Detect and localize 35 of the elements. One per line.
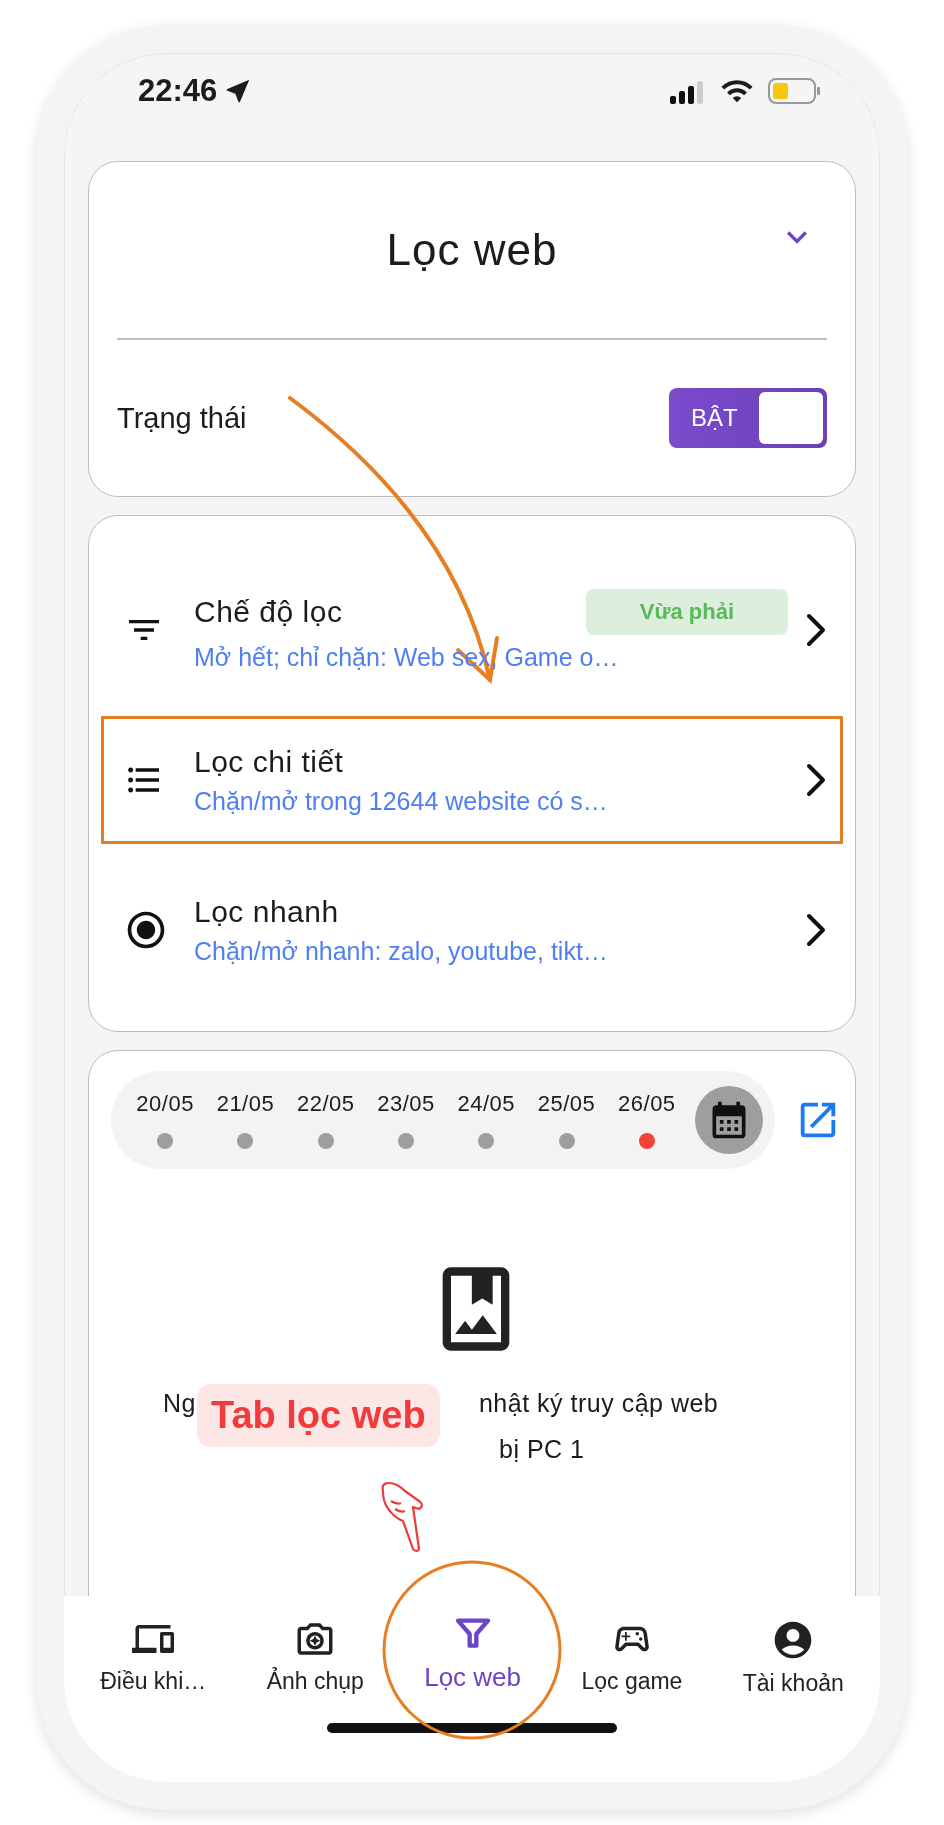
page-title: Lọc web xyxy=(386,225,558,275)
status-time: 22:46 xyxy=(138,72,218,109)
date-label[interactable]: 24/05 xyxy=(457,1091,516,1117)
nav-tab[interactable]: Tài khoản xyxy=(742,1618,844,1697)
toggle-thumb xyxy=(759,392,823,444)
toggle-label: BẬT xyxy=(690,404,739,432)
option-description: Chặn/mở nhanh: zalo, youtube, tikt… xyxy=(194,936,608,966)
status-toggle[interactable]: BẬT xyxy=(669,388,827,448)
calendar-button[interactable] xyxy=(694,1086,763,1154)
chevron-right-icon xyxy=(806,913,826,947)
date-label[interactable]: 25/05 xyxy=(537,1091,596,1117)
filter-option-row[interactable]: Lọc chi tiết Chặn/mở trong 12644 website có s… xyxy=(101,716,843,844)
date-label[interactable]: 23/05 xyxy=(377,1091,435,1117)
empty-message-text: bị PC 1 xyxy=(499,1434,585,1464)
level-badge: Vừa phải xyxy=(585,588,788,635)
option-description: Chặn/mở trong 12644 website có s… xyxy=(194,786,608,816)
status-label: Trạng thái xyxy=(117,401,247,435)
nav-tab[interactable]: Lọc web xyxy=(424,1614,522,1697)
filter-option-row[interactable]: Lọc nhanh Chặn/mở nhanh: zalo, youtube, tikt… xyxy=(101,866,843,994)
annotation-callout: Tab lọc web xyxy=(197,1384,440,1447)
date-label[interactable]: 20/05 xyxy=(136,1091,194,1117)
date-label[interactable]: 22/05 xyxy=(296,1091,355,1117)
chevron-right-icon xyxy=(806,613,826,647)
date-label[interactable]: 26/05 xyxy=(618,1091,676,1117)
empty-message-text: Ng xyxy=(163,1388,196,1418)
empty-message-text: nhật ký truy cập web xyxy=(478,1388,719,1418)
battery-icon xyxy=(768,77,820,104)
nav-tab[interactable]: Lọc game xyxy=(581,1618,683,1697)
chevron-right-icon xyxy=(806,763,826,797)
option-title: Lọc chi tiết xyxy=(194,744,344,779)
option-title: Chế độ lọc xyxy=(194,594,343,629)
nav-tab[interactable]: Điều khi… xyxy=(100,1618,207,1697)
nav-tab[interactable]: Ảnh chụp xyxy=(266,1618,364,1697)
date-label[interactable]: 21/05 xyxy=(216,1091,275,1117)
option-title: Lọc nhanh xyxy=(194,894,339,929)
